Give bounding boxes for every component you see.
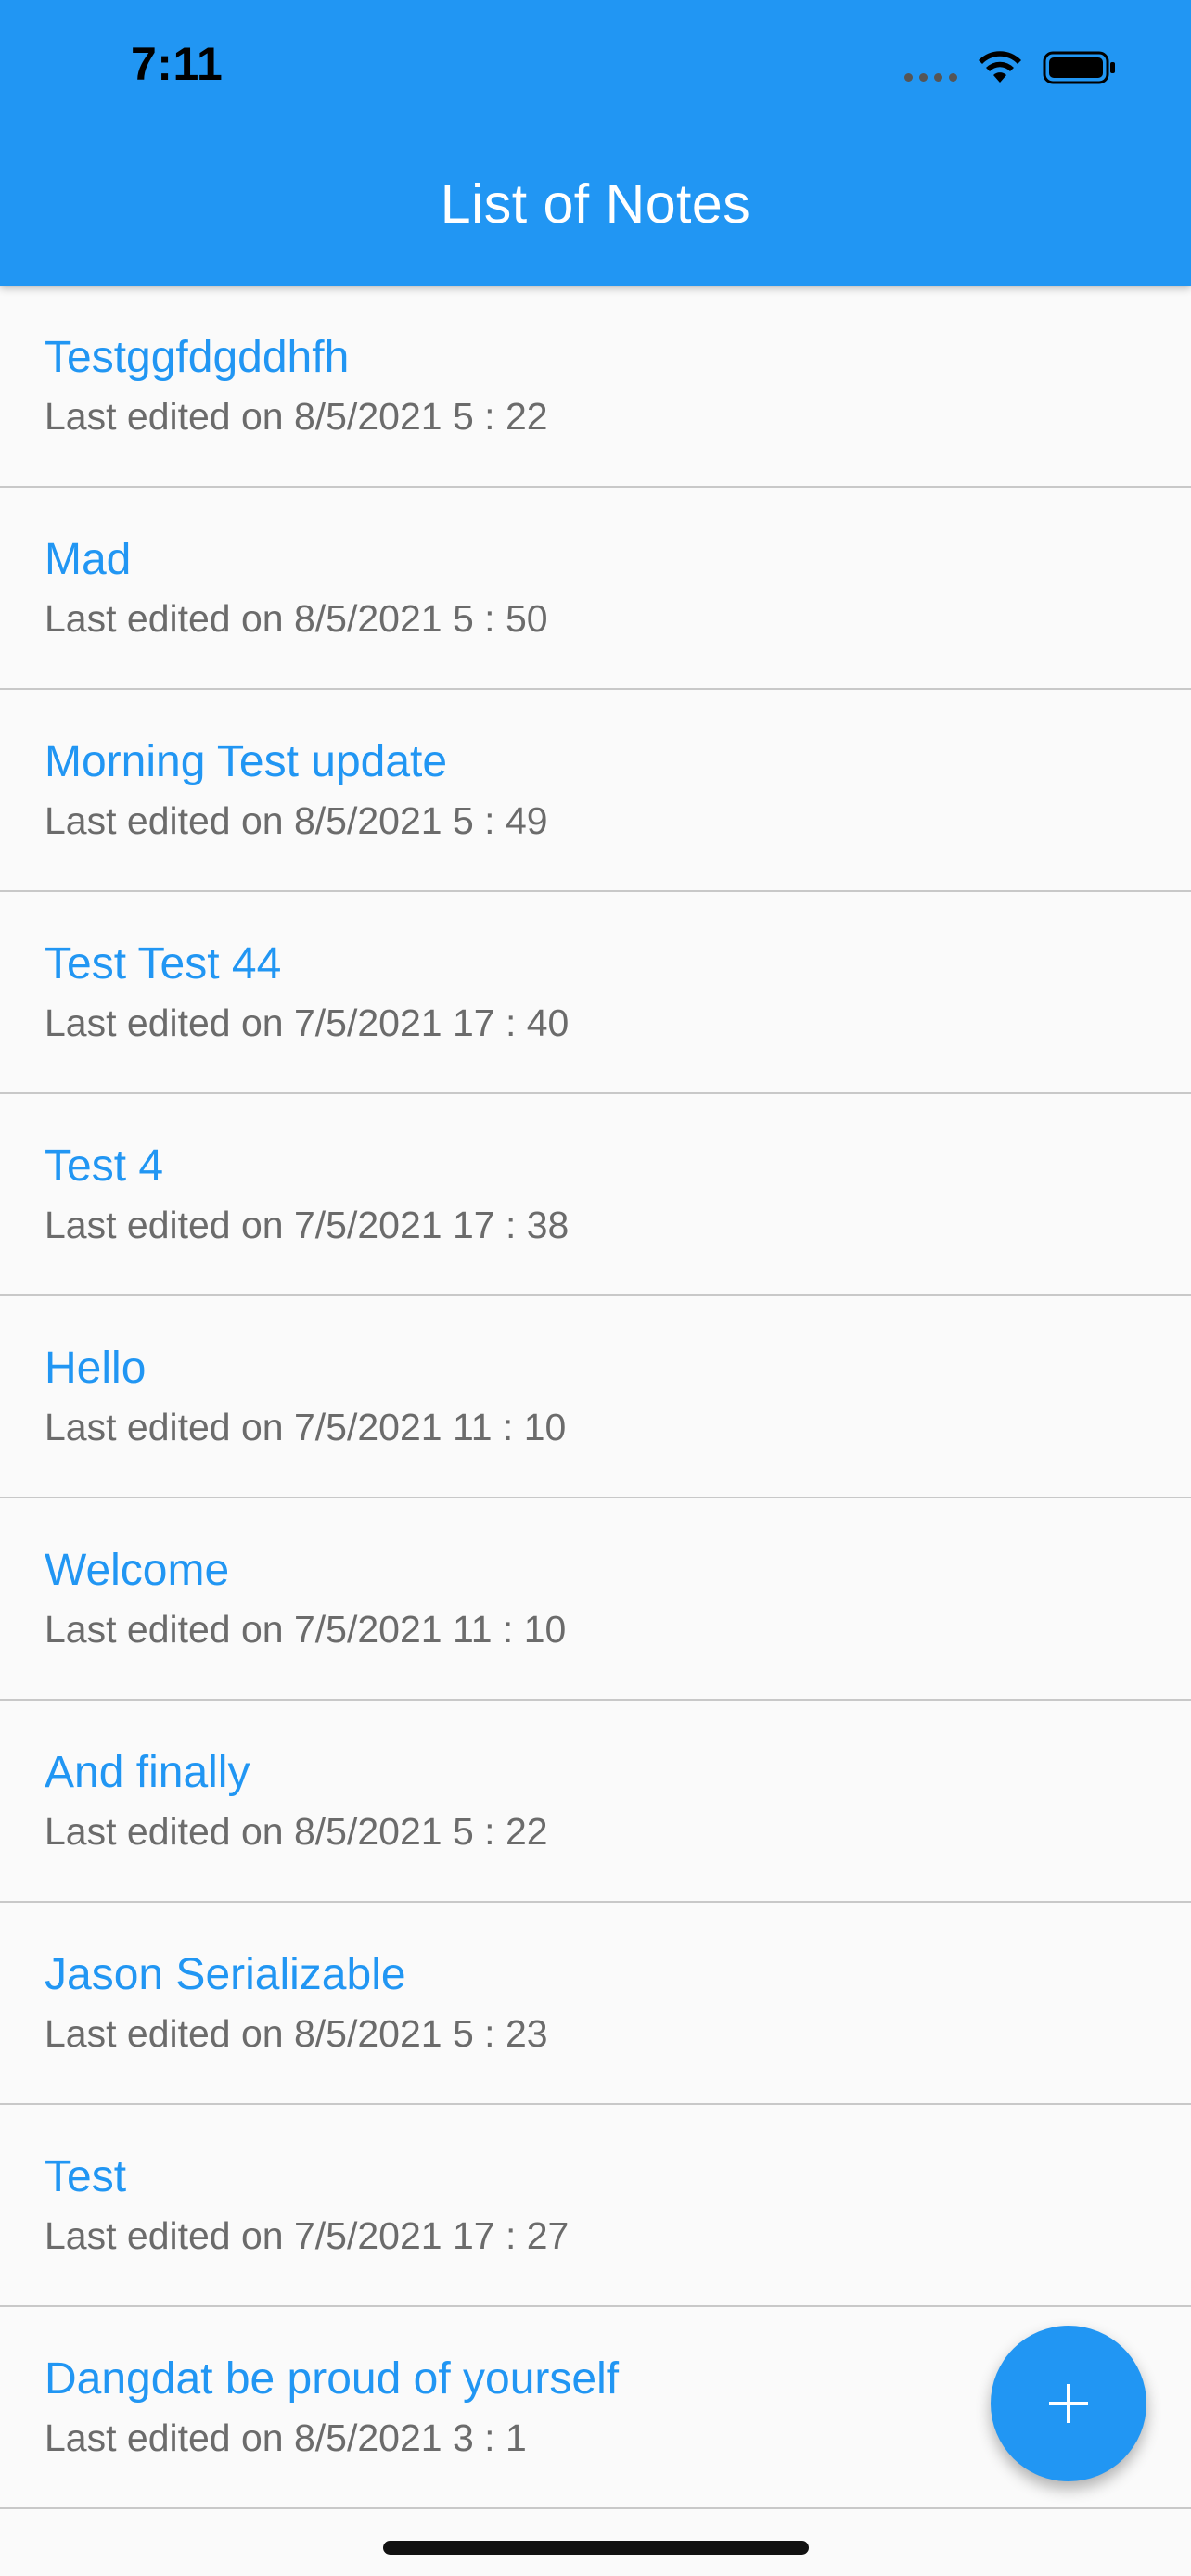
note-item[interactable]: Welcome Last edited on 7/5/2021 11 : 10 <box>0 1498 1191 1701</box>
note-last-edited: Last edited on 8/5/2021 3 : 1 <box>45 2417 527 2459</box>
home-indicator <box>383 2541 809 2555</box>
notes-list: Testggfdgddhfh Last edited on 8/5/2021 5… <box>0 286 1191 2509</box>
note-item[interactable]: Testggfdgddhfh Last edited on 8/5/2021 5… <box>0 286 1191 488</box>
note-last-edited: Last edited on 7/5/2021 11 : 10 <box>45 1608 567 1651</box>
note-last-edited: Last edited on 7/5/2021 11 : 10 <box>45 1406 567 1448</box>
page-title: List of Notes <box>440 173 751 235</box>
note-item[interactable]: Morning Test update Last edited on 8/5/2… <box>0 690 1191 892</box>
note-title: Morning Test update <box>45 737 448 786</box>
note-item[interactable]: Test 4 Last edited on 7/5/2021 17 : 38 <box>0 1094 1191 1296</box>
note-item[interactable]: Test Test 44 Last edited on 7/5/2021 17 … <box>0 892 1191 1094</box>
note-title: Test <box>45 2152 127 2201</box>
note-last-edited: Last edited on 8/5/2021 5 : 49 <box>45 799 548 842</box>
note-item[interactable]: And finally Last edited on 8/5/2021 5 : … <box>0 1701 1191 1903</box>
plus-icon <box>1049 2384 1088 2423</box>
note-title: Test Test 44 <box>45 939 282 988</box>
note-title: Mad <box>45 535 132 584</box>
note-last-edited: Last edited on 8/5/2021 5 : 22 <box>45 1810 548 1853</box>
battery-icon <box>1043 51 1115 84</box>
note-item[interactable]: Mad Last edited on 8/5/2021 5 : 50 <box>0 488 1191 690</box>
note-item[interactable]: Test Last edited on 7/5/2021 17 : 27 <box>0 2105 1191 2307</box>
note-last-edited: Last edited on 7/5/2021 17 : 40 <box>45 1001 570 1044</box>
add-note-button[interactable] <box>991 2326 1146 2481</box>
status-time: 7:11 <box>131 38 224 90</box>
note-item[interactable]: Jason Serializable Last edited on 8/5/20… <box>0 1903 1191 2105</box>
note-title: And finally <box>45 1748 250 1797</box>
note-last-edited: Last edited on 7/5/2021 17 : 38 <box>45 1204 570 1246</box>
status-icons <box>904 45 1117 91</box>
note-title: Test 4 <box>45 1141 164 1191</box>
note-item[interactable]: Hello Last edited on 7/5/2021 11 : 10 <box>0 1296 1191 1498</box>
note-title: Hello <box>45 1344 147 1393</box>
signal-icon <box>904 72 957 82</box>
note-title: Welcome <box>45 1546 230 1595</box>
note-title: Testggfdgddhfh <box>45 333 350 382</box>
note-last-edited: Last edited on 8/5/2021 5 : 22 <box>45 395 548 438</box>
note-last-edited: Last edited on 7/5/2021 17 : 27 <box>45 2214 570 2257</box>
note-last-edited: Last edited on 8/5/2021 5 : 50 <box>45 597 548 640</box>
notes-app: 7:11 List of Notes Testggfdgddhfh Last e… <box>0 0 1191 2576</box>
note-last-edited: Last edited on 8/5/2021 5 : 23 <box>45 2012 548 2055</box>
note-title: Jason Serializable <box>45 1950 406 1999</box>
note-title: Dangdat be proud of yourself <box>45 2354 620 2404</box>
wifi-icon <box>979 51 1021 83</box>
app-bar: 7:11 List of Notes <box>0 0 1191 286</box>
